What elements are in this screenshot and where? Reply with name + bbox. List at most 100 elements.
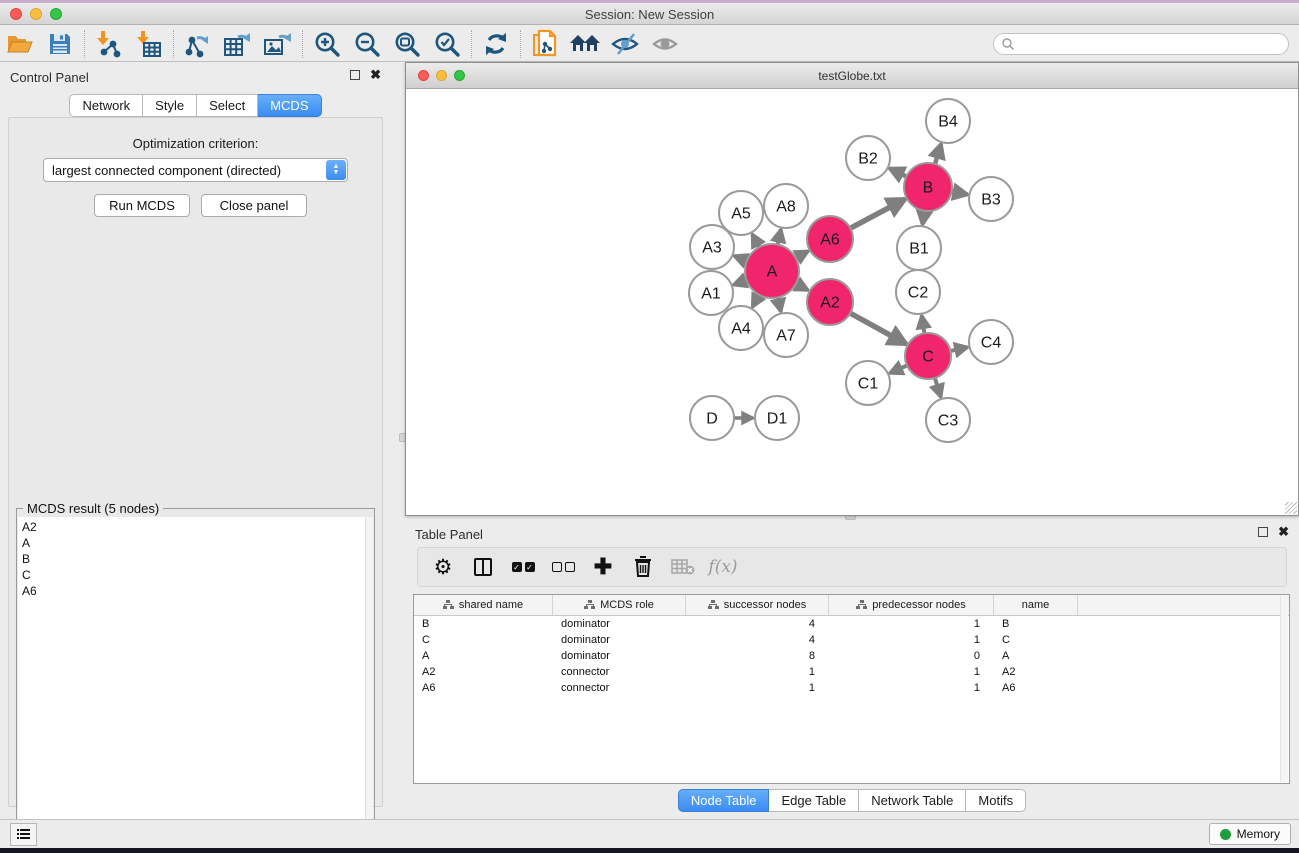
zoom-in-icon[interactable]	[307, 28, 347, 60]
import-network-icon[interactable]	[89, 28, 129, 60]
table-row[interactable]: A2connector11A2	[414, 664, 1289, 680]
table-cell[interactable]: 1	[829, 618, 994, 630]
search-input[interactable]	[1015, 35, 1288, 53]
select-all-icon[interactable]: ✓✓	[508, 552, 538, 582]
mcds-result-item[interactable]: A2	[22, 519, 363, 535]
table-cell[interactable]: 1	[686, 682, 829, 694]
edge-B-B4[interactable]	[934, 144, 941, 166]
table-cell[interactable]: 1	[829, 682, 994, 694]
deselect-all-icon[interactable]	[548, 552, 578, 582]
table-cell[interactable]: 1	[686, 666, 829, 678]
zoom-out-icon[interactable]	[347, 28, 387, 60]
node-C1[interactable]: C1	[846, 361, 890, 405]
refresh-layout-icon[interactable]	[476, 28, 516, 60]
table-cell[interactable]: B	[414, 618, 553, 630]
memory-button[interactable]: Memory	[1209, 823, 1291, 845]
export-table-icon[interactable]	[218, 28, 258, 60]
node-B2[interactable]: B2	[846, 136, 890, 180]
table-cell[interactable]: A	[414, 650, 553, 662]
table-cell[interactable]: 1	[829, 634, 994, 646]
node-B3[interactable]: B3	[969, 177, 1013, 221]
table-cell[interactable]: dominator	[553, 650, 686, 662]
edge-C-C3[interactable]	[934, 376, 941, 397]
float-panel-icon[interactable]	[350, 70, 360, 80]
column-header-predecessor-nodes[interactable]: predecessor nodes	[829, 595, 994, 615]
network-window-titlebar[interactable]: testGlobe.txt	[406, 63, 1298, 89]
column-header-shared-name[interactable]: shared name	[414, 595, 553, 615]
node-A3[interactable]: A3	[690, 225, 734, 269]
node-A4[interactable]: A4	[719, 306, 763, 350]
tab-network-table[interactable]: Network Table	[859, 789, 966, 812]
table-scrollbar[interactable]	[1280, 596, 1288, 782]
tab-mcds[interactable]: MCDS	[258, 94, 321, 117]
table-header-row[interactable]: shared nameMCDS rolesuccessor nodesprede…	[414, 595, 1289, 616]
table-row[interactable]: Cdominator41C	[414, 632, 1289, 648]
table-cell[interactable]: 4	[686, 634, 829, 646]
column-header-name[interactable]: name	[994, 595, 1078, 615]
save-session-icon[interactable]	[40, 28, 80, 60]
node-B4[interactable]: B4	[926, 99, 970, 143]
network-canvas[interactable]: B4B2BB3A5A8A6A3B1AA1C2A2A4A7C4CC1DD1C3	[406, 89, 1298, 515]
float-panel-icon[interactable]	[1258, 527, 1268, 537]
table-cell[interactable]: connector	[553, 682, 686, 694]
column-header-successor-nodes[interactable]: successor nodes	[686, 595, 829, 615]
table-body[interactable]: Bdominator41BCdominator41CAdominator80AA…	[414, 616, 1289, 696]
show-columns-icon[interactable]	[468, 552, 498, 582]
close-panel-icon[interactable]: ✖	[1278, 527, 1289, 537]
show-eye-icon[interactable]	[645, 28, 685, 60]
node-C[interactable]: C	[905, 333, 951, 379]
table-cell[interactable]: A2	[994, 666, 1078, 678]
mcds-result-item[interactable]: A	[22, 535, 363, 551]
mcds-result-list[interactable]: A2ABCA6	[18, 517, 367, 845]
table-cell[interactable]: connector	[553, 666, 686, 678]
mcds-result-item[interactable]: B	[22, 551, 363, 567]
network-file-icon[interactable]	[525, 28, 565, 60]
node-C4[interactable]: C4	[969, 320, 1013, 364]
edge-C-C1[interactable]	[890, 365, 909, 374]
edge-B-B2[interactable]	[890, 168, 909, 177]
table-row[interactable]: A6connector11A6	[414, 680, 1289, 696]
tab-style[interactable]: Style	[143, 94, 197, 117]
table-cell[interactable]: 1	[829, 666, 994, 678]
tab-motifs[interactable]: Motifs	[966, 789, 1026, 812]
node-A6[interactable]: A6	[807, 216, 853, 262]
table-cell[interactable]: A6	[994, 682, 1078, 694]
table-cell[interactable]: dominator	[553, 618, 686, 630]
node-A[interactable]: A	[745, 244, 799, 298]
zoom-fit-icon[interactable]	[387, 28, 427, 60]
table-cell[interactable]: 8	[686, 650, 829, 662]
table-cell[interactable]: A	[994, 650, 1078, 662]
node-D[interactable]: D	[690, 396, 734, 440]
delete-trash-icon[interactable]	[628, 552, 658, 582]
home-icon[interactable]	[565, 28, 605, 60]
table-cell[interactable]: dominator	[553, 634, 686, 646]
table-cell[interactable]: 4	[686, 618, 829, 630]
node-A1[interactable]: A1	[689, 271, 733, 315]
node-A5[interactable]: A5	[719, 191, 763, 235]
table-cell[interactable]: A6	[414, 682, 553, 694]
tab-node-table[interactable]: Node Table	[678, 789, 770, 812]
mcds-result-scrollbar[interactable]	[365, 517, 373, 845]
edge-A2-C[interactable]	[848, 312, 906, 344]
criterion-dropdown[interactable]: largest connected component (directed) ▲…	[43, 158, 348, 182]
task-history-button[interactable]	[10, 823, 37, 846]
tab-select[interactable]: Select	[197, 94, 258, 117]
table-cell[interactable]: C	[994, 634, 1078, 646]
column-header-MCDS-role[interactable]: MCDS role	[553, 595, 686, 615]
node-table[interactable]: shared nameMCDS rolesuccessor nodesprede…	[413, 594, 1290, 784]
mcds-result-item[interactable]: A6	[22, 583, 363, 599]
run-mcds-button[interactable]: Run MCDS	[94, 194, 190, 217]
node-C3[interactable]: C3	[926, 398, 970, 442]
add-row-plus-icon[interactable]: ✚	[588, 552, 618, 582]
search-box[interactable]	[993, 33, 1289, 55]
export-network-icon[interactable]	[178, 28, 218, 60]
tab-edge-table[interactable]: Edge Table	[769, 789, 859, 812]
network-graph[interactable]: B4B2BB3A5A8A6A3B1AA1C2A2A4A7C4CC1DD1C3	[406, 89, 1298, 515]
zoom-selected-icon[interactable]	[427, 28, 467, 60]
window-resize-grip[interactable]	[1285, 502, 1297, 514]
node-A8[interactable]: A8	[764, 184, 808, 228]
table-cell[interactable]: A2	[414, 666, 553, 678]
table-cell[interactable]: 0	[829, 650, 994, 662]
tab-network[interactable]: Network	[69, 94, 143, 117]
node-B1[interactable]: B1	[897, 226, 941, 270]
